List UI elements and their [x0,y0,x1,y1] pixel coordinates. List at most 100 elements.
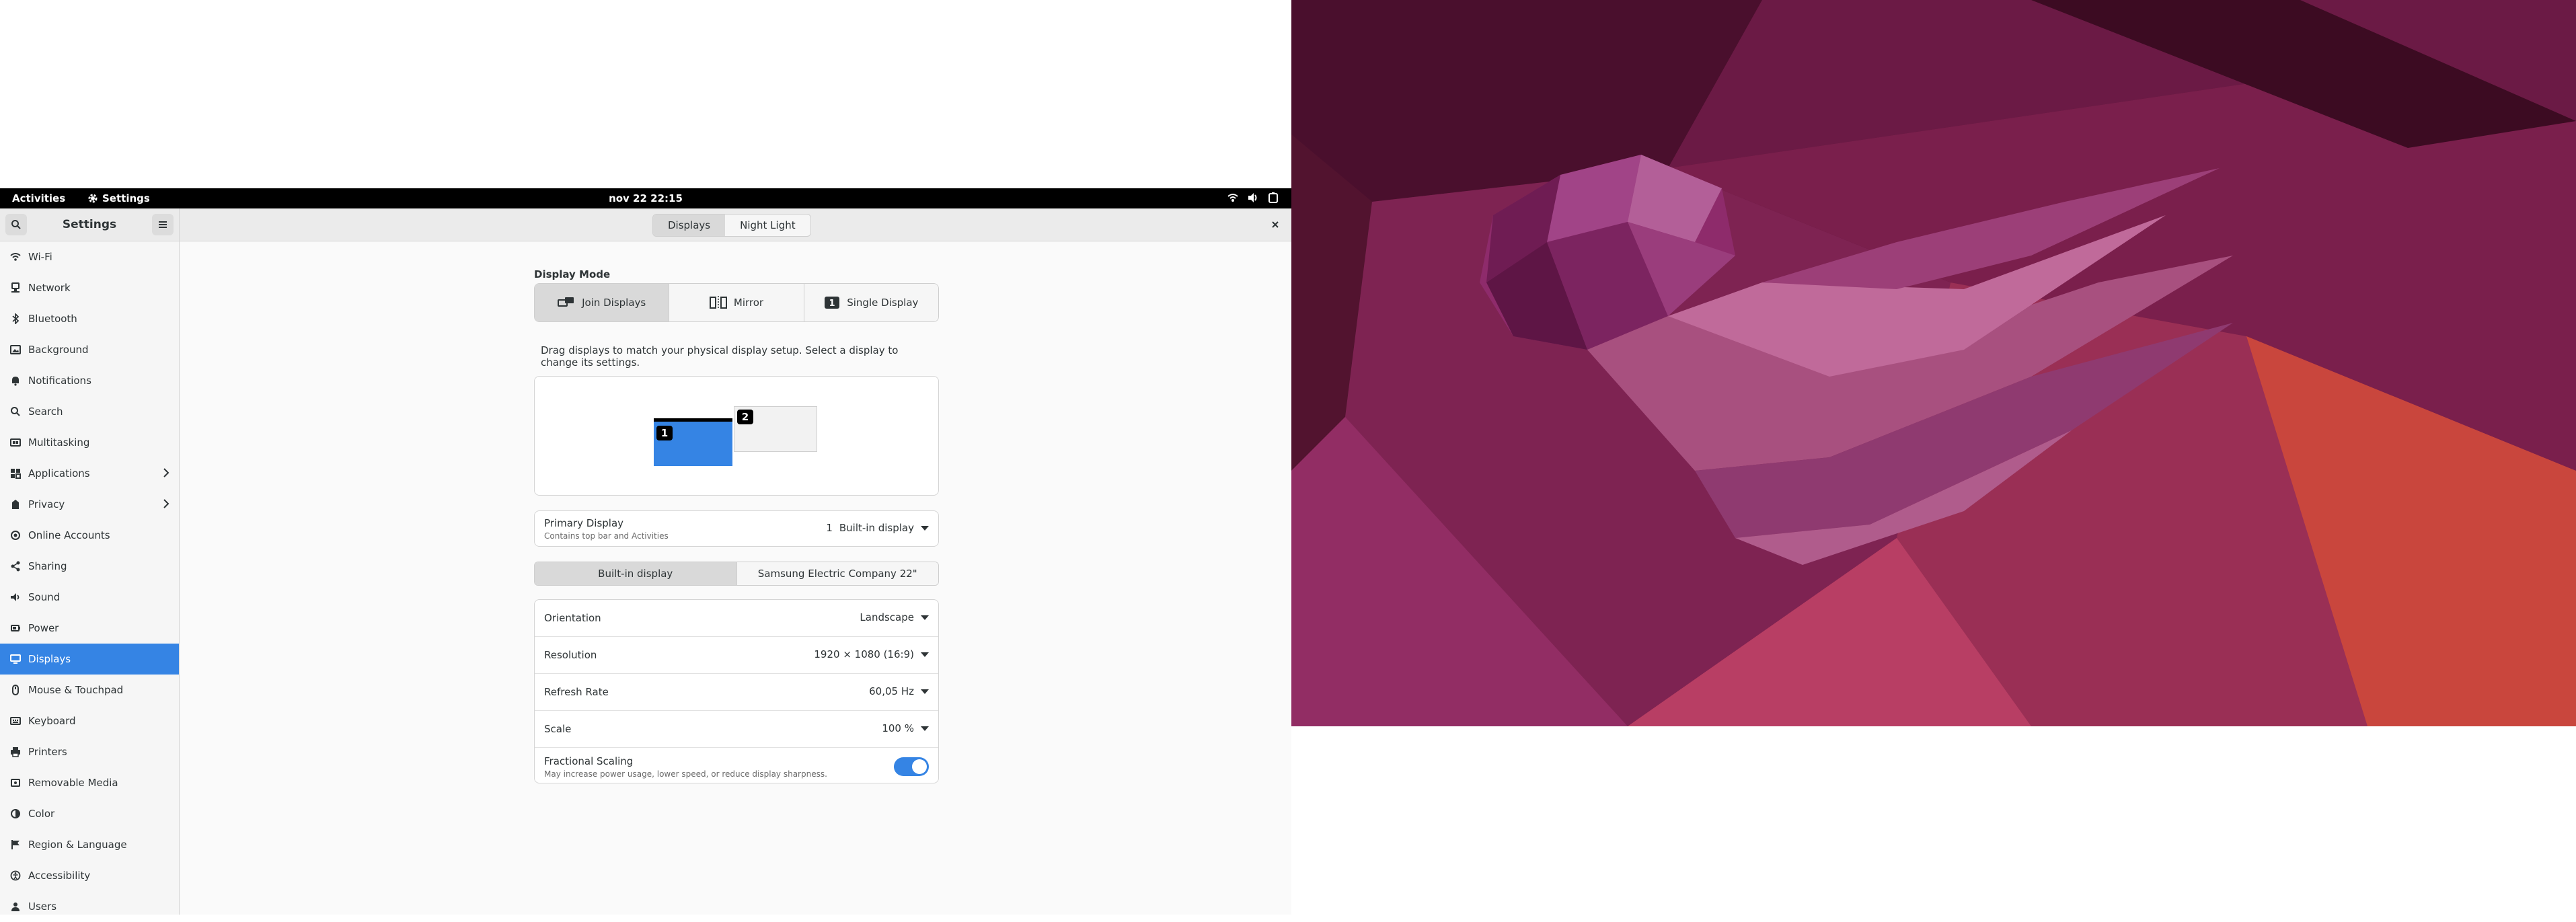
sidebar-item-network[interactable]: Network [0,272,179,303]
keyboard-icon [9,715,22,727]
sound-icon [9,591,22,603]
sidebar-item-keyboard[interactable]: Keyboard [0,705,179,736]
fractional-scaling-toggle[interactable] [894,757,929,776]
primary-display-subtitle: Contains top bar and Activities [544,531,669,541]
svg-text:1: 1 [829,299,835,309]
sidebar-item-label: Color [28,808,55,820]
wifi-icon [9,251,22,263]
chevron-down-icon [921,652,929,657]
printer-icon [9,746,22,758]
system-tray[interactable] [1227,192,1279,204]
bell-icon [9,375,22,387]
background-icon [9,344,22,356]
sidebar-item-accessibility[interactable]: Accessibility [0,860,179,891]
sidebar-item-printers[interactable]: Printers [0,736,179,767]
desktop-wallpaper [1291,0,2576,726]
sidebar-item-label: Sound [28,591,61,603]
orientation-dropdown[interactable]: Landscape [860,611,929,623]
chevron-right-icon [163,498,169,512]
display-mode-title: Display Mode [534,268,611,280]
sidebar-item-search[interactable]: Search [0,396,179,427]
view-switcher: Displays Night Light [652,214,811,237]
tab-samsung-display[interactable]: Samsung Electric Company 22" [736,562,938,585]
sidebar-item-label: Search [28,406,63,418]
close-button[interactable] [1264,214,1286,235]
sidebar-item-label: Wi-Fi [28,251,52,263]
sidebar-item-label: Online Accounts [28,529,110,541]
sidebar-item-privacy[interactable]: Privacy [0,489,179,520]
sidebar-item-wifi[interactable]: Wi-Fi [0,241,179,272]
sidebar-item-online-accounts[interactable]: Online Accounts [0,520,179,551]
close-icon [1272,221,1279,228]
volume-icon [1248,193,1257,202]
removable-media-icon [9,777,22,789]
refresh-rate-value: 60,05 Hz [869,685,914,697]
refresh-rate-row[interactable]: Refresh Rate 60,05 Hz [535,674,938,711]
single-display-label: Single Display [847,297,919,309]
sidebar-item-applications[interactable]: Applications [0,458,179,489]
settings-window: Settings Displays Night Light Wi-Fi Netw… [0,208,1291,915]
mirror-button[interactable]: Mirror [669,284,804,321]
refresh-rate-label: Refresh Rate [544,686,609,698]
jellyfish-wallpaper-image [1291,0,2576,726]
mirror-label: Mirror [733,297,764,309]
main-menu-button[interactable] [152,214,174,235]
refresh-rate-dropdown[interactable]: 60,05 Hz [869,685,929,697]
fractional-scaling-row: Fractional Scaling May increase power us… [535,748,938,784]
sidebar-item-label: Applications [28,467,90,479]
sidebar-item-background[interactable]: Background [0,334,179,365]
toggle-knob [912,759,927,774]
resolution-dropdown[interactable]: 1920 × 1080 (16:9) [814,648,929,660]
sidebar-item-bluetooth[interactable]: Bluetooth [0,303,179,334]
tab-night-light[interactable]: Night Light [725,215,810,236]
chevron-down-icon [921,689,929,694]
resolution-row[interactable]: Resolution 1920 × 1080 (16:9) [535,637,938,674]
sidebar-item-removable-media[interactable]: Removable Media [0,767,179,798]
clock[interactable]: nov 22 22:15 [0,192,1291,204]
sidebar-item-label: Printers [28,746,67,758]
sidebar-item-multitasking[interactable]: Multitasking [0,427,179,458]
monitor-2[interactable]: 2 [734,406,817,452]
sidebar-item-label: Notifications [28,375,91,387]
displays-panel: Display Mode Join Displays Mirror 1 Sing… [180,241,1291,915]
sidebar-item-label: Removable Media [28,777,118,789]
online-accounts-icon [9,529,22,541]
sidebar-item-users[interactable]: Users [0,891,179,922]
flag-icon [9,839,22,851]
accessibility-icon [9,870,22,882]
sidebar: Wi-Fi Network Bluetooth Background Notif… [0,241,180,915]
monitor-1[interactable]: 1 [654,418,732,466]
sidebar-item-region-language[interactable]: Region & Language [0,829,179,860]
sidebar-item-displays[interactable]: Displays [0,644,179,675]
single-display-button[interactable]: 1 Single Display [804,284,938,321]
tab-builtin-display[interactable]: Built-in display [535,562,737,585]
users-icon [9,900,22,913]
sidebar-item-label: Accessibility [28,870,91,882]
sidebar-item-sharing[interactable]: Sharing [0,551,179,582]
sidebar-item-power[interactable]: Power [0,613,179,644]
primary-display-row[interactable]: Primary Display Contains top bar and Act… [534,510,939,547]
chevron-down-icon [921,726,929,731]
scale-dropdown[interactable]: 100 % [882,722,929,734]
primary-display-number: 1 [826,522,833,534]
orientation-label: Orientation [544,612,601,624]
sidebar-item-label: Bluetooth [28,313,77,325]
orientation-row[interactable]: Orientation Landscape [535,600,938,637]
join-displays-button[interactable]: Join Displays [535,284,670,321]
scale-row[interactable]: Scale 100 % [535,711,938,748]
arrangement-hint: Drag displays to match your physical dis… [541,344,899,369]
display-icon [9,653,22,665]
sidebar-item-mouse-touchpad[interactable]: Mouse & Touchpad [0,675,179,705]
fractional-scaling-subtitle: May increase power usage, lower speed, o… [544,769,827,779]
primary-display-dropdown[interactable]: 1 Built-in display [826,522,929,534]
primary-display-value: Built-in display [839,522,914,534]
sidebar-item-notifications[interactable]: Notifications [0,365,179,396]
sidebar-item-sound[interactable]: Sound [0,582,179,613]
sidebar-item-label: Background [28,344,89,356]
sidebar-item-color[interactable]: Color [0,798,179,829]
monitor-number: 2 [737,410,753,424]
sidebar-item-label: Keyboard [28,715,76,727]
sidebar-item-label: Network [28,282,71,294]
hamburger-menu-icon [159,221,167,228]
tab-displays[interactable]: Displays [653,215,726,236]
